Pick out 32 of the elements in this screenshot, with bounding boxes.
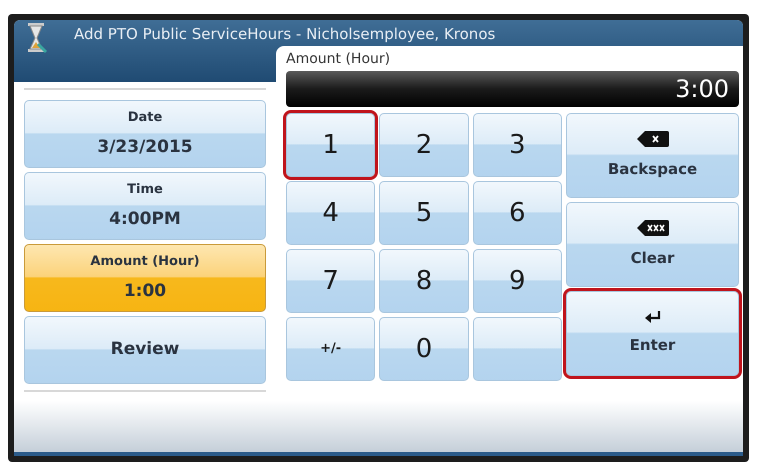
- blank-key[interactable]: [472, 317, 562, 381]
- hourglass-icon: [26, 22, 48, 54]
- digit-key[interactable]: 1: [286, 113, 376, 177]
- clear-icon: [636, 219, 670, 238]
- enter-icon: [644, 310, 662, 324]
- digit-key[interactable]: 7: [286, 249, 376, 313]
- sidebar-item[interactable]: Date 3/23/2015: [24, 100, 266, 168]
- item-value: 4:00PM: [109, 208, 181, 231]
- window-title: Add PTO Public ServiceHours - Nicholsemployee, Kronos: [74, 24, 496, 45]
- item-label: Time: [127, 180, 163, 198]
- digit-key[interactable]: 2: [379, 113, 469, 177]
- item-value: 1:00: [124, 280, 166, 303]
- item-label: Amount (Hour): [90, 252, 200, 270]
- digit-key[interactable]: 5: [379, 181, 469, 245]
- sign-key[interactable]: +/-: [286, 317, 376, 381]
- sidebar-item[interactable]: Amount (Hour) 1:00: [24, 244, 266, 312]
- item-label: Date: [128, 108, 162, 126]
- digit-key[interactable]: 3: [472, 113, 562, 177]
- item-value: 3/23/2015: [97, 136, 193, 159]
- backspace-icon: [636, 130, 670, 148]
- enter-button[interactable]: Enter: [566, 291, 739, 376]
- clear-button[interactable]: Clear: [566, 202, 739, 287]
- sidebar-item[interactable]: Review: [24, 316, 266, 384]
- digit-key[interactable]: 8: [379, 249, 469, 313]
- digit-key[interactable]: 0: [379, 317, 469, 381]
- digit-key[interactable]: 4: [286, 181, 376, 245]
- entry-label: Amount (Hour): [286, 50, 392, 69]
- amount-display: 3:00: [286, 71, 739, 107]
- sidebar-item[interactable]: Time 4:00PM: [24, 172, 266, 240]
- backspace-button[interactable]: Backspace: [566, 113, 739, 198]
- digit-key[interactable]: 6: [472, 181, 562, 245]
- digit-key[interactable]: 9: [472, 249, 562, 313]
